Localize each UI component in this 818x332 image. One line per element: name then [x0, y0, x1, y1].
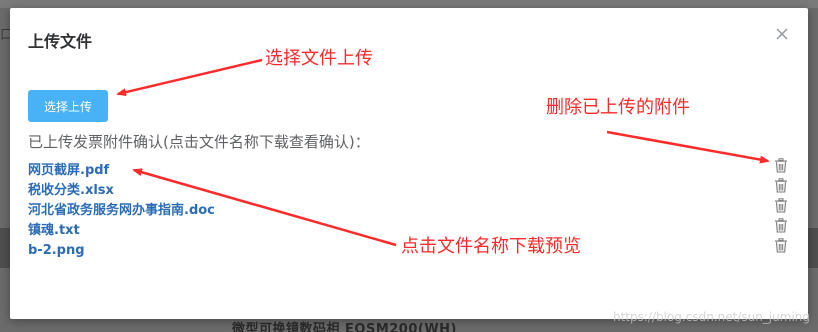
trash-icon[interactable]: [774, 157, 788, 173]
delete-file-button[interactable]: [774, 215, 788, 235]
trash-icon[interactable]: [774, 217, 788, 233]
background-page: [0, 0, 818, 8]
background-band-right: [808, 228, 818, 268]
close-icon: [776, 28, 788, 40]
annotation-select-upload: 选择文件上传: [265, 48, 373, 69]
delete-file-button[interactable]: [774, 235, 788, 255]
dialog-title: 上传文件: [28, 32, 93, 51]
file-link[interactable]: 河北省政务服务网办事指南.doc: [28, 203, 215, 218]
annotation-click-download: 点击文件名称下载预览: [401, 236, 581, 257]
trash-icon[interactable]: [774, 177, 788, 193]
close-button[interactable]: [774, 26, 790, 42]
trash-icon[interactable]: [774, 197, 788, 213]
trash-icon[interactable]: [774, 237, 788, 253]
delete-file-button[interactable]: [774, 195, 788, 215]
file-link[interactable]: 网页截屏.pdf: [28, 163, 109, 178]
delete-file-button[interactable]: [774, 155, 788, 175]
file-link[interactable]: 税收分类.xlsx: [28, 183, 114, 198]
upload-dialog: 上传文件 选择上传 已上传发票附件确认(点击文件名称下载查看确认)： 网页截屏.…: [10, 8, 808, 319]
list-item: b-2.png: [28, 239, 215, 259]
delete-file-button[interactable]: [774, 175, 788, 195]
select-upload-button[interactable]: 选择上传: [28, 90, 108, 122]
annotation-delete-attachment: 删除已上传的附件: [546, 97, 690, 118]
background-band: [0, 228, 10, 268]
delete-buttons: [774, 155, 788, 255]
background-text: 口: [0, 28, 10, 42]
file-link[interactable]: b-2.png: [28, 243, 85, 258]
watermark: https://blog.csdn.net/sun_juming: [612, 310, 810, 324]
list-item: 税收分类.xlsx: [28, 179, 215, 199]
list-item: 河北省政务服务网办事指南.doc: [28, 199, 215, 219]
file-list: 网页截屏.pdf 税收分类.xlsx 河北省政务服务网办事指南.doc 镇魂.t…: [28, 159, 215, 259]
file-link[interactable]: 镇魂.txt: [28, 223, 80, 238]
list-item: 网页截屏.pdf: [28, 159, 215, 179]
uploaded-files-heading: 已上传发票附件确认(点击文件名称下载查看确认)：: [28, 133, 370, 151]
list-item: 镇魂.txt: [28, 219, 215, 239]
background-product-text: 微型可换镜数码相 EOSM200(WH): [232, 322, 457, 332]
